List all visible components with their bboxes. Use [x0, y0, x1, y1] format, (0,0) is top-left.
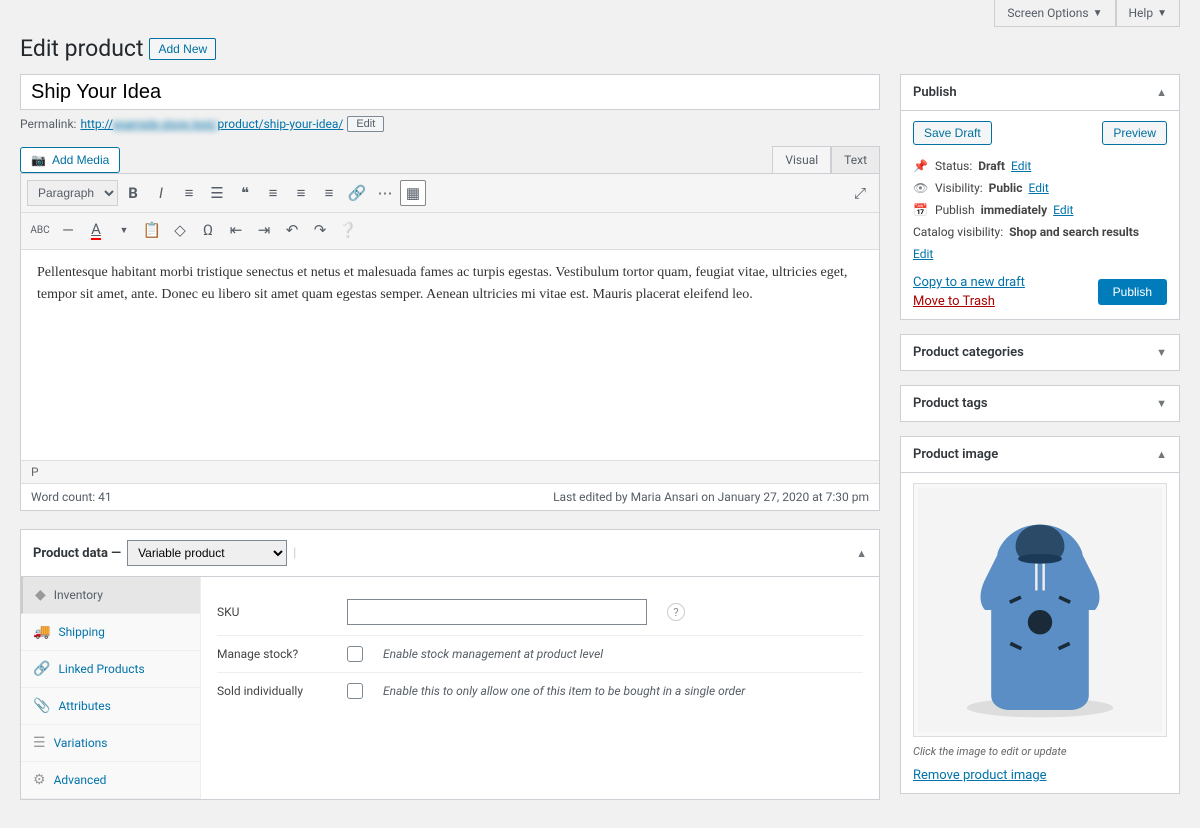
sold-individually-hint: Enable this to only allow one of this it… [383, 684, 745, 698]
preview-button[interactable]: Preview [1102, 121, 1167, 145]
tab-inventory[interactable]: ◆Inventory [21, 577, 200, 614]
strikethrough-button[interactable]: ABC [27, 217, 53, 243]
gear-icon: ⚙ [33, 772, 46, 788]
clear-format-button[interactable]: ◇ [167, 217, 193, 243]
textcolor-button[interactable]: A [83, 217, 109, 243]
italic-button[interactable]: I [148, 180, 174, 206]
editor-tab-visual[interactable]: Visual [772, 146, 831, 173]
toolbar-toggle-button[interactable]: ▦ [400, 180, 426, 206]
more-button[interactable]: ⋯ [372, 180, 398, 206]
align-right-button[interactable]: ≡ [316, 180, 342, 206]
bold-button[interactable]: B [120, 180, 146, 206]
quote-button[interactable]: ❝ [232, 180, 258, 206]
word-count: Word count: 41 [31, 490, 112, 504]
product-type-select[interactable]: Variable product [127, 540, 287, 566]
paste-button[interactable]: 📋 [139, 217, 165, 243]
save-draft-button[interactable]: Save Draft [913, 121, 992, 145]
redo-button[interactable]: ↷ [307, 217, 333, 243]
edit-status-link[interactable]: Edit [1011, 159, 1031, 173]
screen-options-button[interactable]: Screen Options▼ [994, 0, 1115, 27]
tab-linked[interactable]: 🔗Linked Products [21, 651, 200, 688]
help-button[interactable]: Help▼ [1116, 0, 1181, 27]
editor-tab-text[interactable]: Text [831, 146, 880, 173]
special-char-button[interactable]: Ω [195, 217, 221, 243]
outdent-button[interactable]: ⇤ [223, 217, 249, 243]
sku-label: SKU [217, 605, 327, 619]
help-icon-button[interactable]: ❔ [335, 217, 361, 243]
attributes-icon: 📎 [33, 698, 50, 714]
image-hint: Click the image to edit or update [913, 745, 1167, 758]
chevron-down-icon: ▼ [1156, 397, 1167, 410]
product-title-input[interactable] [20, 74, 880, 110]
categories-panel-head[interactable]: Product categories▼ [901, 335, 1179, 370]
camera-icon: 📷 [31, 153, 46, 167]
permalink-link[interactable]: http://example-store.test/product/ship-y… [80, 117, 343, 131]
pin-icon: 📌 [913, 159, 929, 173]
editor-content[interactable]: Pellentesque habitant morbi tristique se… [21, 250, 879, 460]
edit-catalog-link[interactable]: Edit [913, 247, 933, 261]
edit-visibility-link[interactable]: Edit [1028, 181, 1048, 195]
tags-panel-head[interactable]: Product tags▼ [901, 386, 1179, 421]
product-data-title: Product data — [33, 546, 121, 561]
sold-individually-label: Sold individually [217, 684, 327, 698]
edit-date-link[interactable]: Edit [1053, 203, 1073, 217]
fullscreen-button[interactable]: ⤢ [847, 180, 873, 206]
add-new-button[interactable]: Add New [149, 38, 216, 60]
undo-button[interactable]: ↶ [279, 217, 305, 243]
editor-path: P [21, 460, 879, 483]
remove-image-link[interactable]: Remove product image [913, 768, 1047, 783]
tab-advanced[interactable]: ⚙Advanced [21, 762, 200, 799]
product-data-toggle[interactable]: ▲ [856, 547, 867, 560]
permalink-row: Permalink: http://example-store.test/pro… [20, 116, 880, 132]
shipping-icon: 🚚 [33, 624, 50, 640]
calendar-icon: 📅 [913, 203, 929, 217]
move-trash-link[interactable]: Move to Trash [913, 294, 1025, 309]
link-icon: 🔗 [33, 661, 50, 677]
tab-shipping[interactable]: 🚚Shipping [21, 614, 200, 651]
tab-attributes[interactable]: 📎Attributes [21, 688, 200, 725]
variations-icon: ☰ [33, 735, 46, 751]
sold-individually-checkbox[interactable] [347, 683, 363, 699]
textcolor-drop-button[interactable]: ▼ [111, 217, 137, 243]
inventory-icon: ◆ [35, 587, 46, 603]
publish-panel-head[interactable]: Publish▲ [901, 75, 1179, 111]
number-list-button[interactable]: ☰ [204, 180, 230, 206]
image-panel-head[interactable]: Product image▲ [901, 437, 1179, 473]
tab-variations[interactable]: ☰Variations [21, 725, 200, 762]
link-button[interactable]: 🔗 [344, 180, 370, 206]
manage-stock-hint: Enable stock management at product level [383, 647, 603, 661]
format-select[interactable]: Paragraph [27, 180, 118, 206]
copy-draft-link[interactable]: Copy to a new draft [913, 275, 1025, 290]
last-edited: Last edited by Maria Ansari on January 2… [553, 490, 869, 504]
product-image-thumbnail[interactable] [913, 483, 1167, 737]
help-icon[interactable]: ? [667, 603, 685, 621]
edit-slug-button[interactable]: Edit [347, 116, 384, 132]
manage-stock-label: Manage stock? [217, 647, 327, 661]
hr-button[interactable]: — [55, 217, 81, 243]
eye-icon: 👁 [913, 181, 929, 195]
bullet-list-button[interactable]: ≡ [176, 180, 202, 206]
chevron-up-icon: ▲ [1156, 448, 1167, 461]
publish-button[interactable]: Publish [1098, 279, 1167, 305]
align-center-button[interactable]: ≡ [288, 180, 314, 206]
indent-button[interactable]: ⇥ [251, 217, 277, 243]
manage-stock-checkbox[interactable] [347, 646, 363, 662]
align-left-button[interactable]: ≡ [260, 180, 286, 206]
editor-container: Paragraph B I ≡ ☰ ❝ ≡ ≡ ≡ 🔗 ⋯ ▦ ⤢ [20, 173, 880, 511]
add-media-button[interactable]: 📷Add Media [20, 147, 120, 173]
page-title: Edit product [20, 35, 143, 62]
chevron-up-icon: ▲ [1156, 86, 1167, 99]
chevron-down-icon: ▼ [1156, 346, 1167, 359]
sku-input[interactable] [347, 599, 647, 625]
